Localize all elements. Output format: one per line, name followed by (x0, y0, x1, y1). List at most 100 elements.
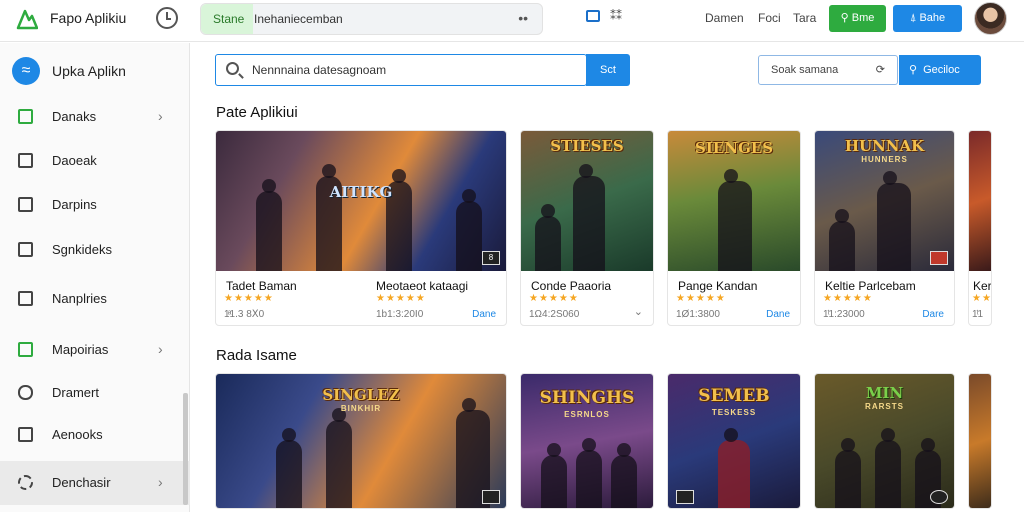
nav-link-1[interactable]: Damen (705, 11, 744, 25)
top-search-bar[interactable]: Stane Inehaniecemban •• (200, 3, 543, 35)
game-card[interactable]: SINGLEZ BINKHIR (215, 373, 507, 509)
filter-select-value: Soak samana (771, 64, 839, 76)
sidebar-item-2[interactable]: Daoeak (0, 139, 190, 183)
game-card-partial[interactable] (968, 373, 992, 509)
app-card-title-secondary: Meotaeot kataagi (376, 279, 469, 293)
rating-badge: 8 (482, 251, 500, 265)
grid-icon[interactable]: ⁑⁑ (610, 9, 622, 23)
share-icon[interactable] (586, 10, 600, 22)
rating-badge (482, 490, 500, 504)
sidebar-item-label: Danaks (52, 109, 97, 124)
plus-icon: ⚲ (840, 12, 852, 24)
more-icon[interactable]: •• (518, 4, 528, 32)
app-card-art: AITIKG 8 (216, 131, 506, 271)
star-rating: ★★★★★ (823, 293, 873, 304)
sidebar-item-8[interactable]: Aenooks (0, 413, 190, 457)
sidebar-item-label: Denchasir (52, 475, 111, 490)
game-card-art: MIN RARSTS (815, 374, 954, 508)
app-card-meta: 1b1:3:20I0 (376, 309, 424, 320)
game-card[interactable]: MIN RARSTS (814, 373, 955, 509)
art-subtitle: TESKESS (711, 408, 757, 417)
rating-badge (930, 251, 948, 265)
filter-select[interactable]: Soak samana ⟳ (758, 55, 898, 85)
character-silhouette (718, 169, 752, 271)
character-silhouette (576, 438, 602, 508)
main-search-field[interactable] (215, 54, 587, 86)
eye-icon[interactable] (930, 490, 948, 504)
sidebar-item-1[interactable]: Danaks › (0, 95, 190, 139)
character-silhouette (326, 408, 352, 508)
brand-icon[interactable]: ≈ (12, 57, 40, 85)
sidebar-item-7[interactable]: Dramert (0, 371, 190, 415)
character-silhouette (829, 209, 855, 271)
install-link[interactable]: Dare (922, 309, 944, 320)
art-title: MIN (865, 384, 904, 402)
sidebar-item-label: Dramert (52, 385, 99, 400)
character-silhouette (573, 164, 605, 271)
star-rating: ★★★★★ (676, 293, 726, 304)
app-card[interactable]: HUNNAK HUNNERS Keltie Parlcebam ★★★★★ 1ͭ… (814, 130, 955, 326)
sidebar-item-label: Daoeak (52, 153, 97, 168)
app-card-art: HUNNAK HUNNERS (815, 131, 954, 271)
install-link[interactable]: Dane (766, 309, 790, 320)
app-card-partial[interactable]: Ker ★★ 1ͭ1 (968, 130, 992, 326)
app-card[interactable]: SIENGES Pange Kandan ★★★★★ 1Ø1:3800 Dane (667, 130, 801, 326)
app-card-meta: 1Ø1:3800 (676, 309, 720, 320)
app-card-art: SIENGES (668, 131, 800, 271)
sidebar: ≈ Upka Aplikn Danaks › Daoeak Darpins Sg… (0, 43, 190, 512)
game-card[interactable]: SHINGHS ESRNLOS (520, 373, 654, 509)
avatar[interactable] (974, 2, 1007, 35)
bookmark-icon (18, 291, 33, 306)
app-card[interactable]: STIESES Conde Paaoria ★★★★★ 1Ω4:2S060 ⌄ (520, 130, 654, 326)
sidebar-item-label: Mapoirias (52, 342, 109, 357)
main-search-input[interactable] (252, 60, 572, 80)
art-title: STIESES (550, 137, 624, 155)
sidebar-item-3[interactable]: Darpins (0, 183, 190, 227)
art-title: SEMEB (698, 386, 770, 406)
art-title: AITIKG (329, 183, 393, 201)
sidebar-item-label: Aenooks (52, 427, 103, 442)
download-icon (18, 109, 33, 124)
install-link[interactable]: Dane (472, 309, 496, 320)
sidebar-item-label: Nanplries (52, 291, 107, 306)
nav-link-2[interactable]: Foci (758, 11, 781, 25)
phone-icon (18, 385, 33, 400)
character-silhouette (611, 443, 637, 508)
sidebar-item-5[interactable]: Nanplries (0, 277, 190, 321)
top-search-text[interactable]: Inehaniecemban (254, 4, 343, 34)
sidebar-scrollbar[interactable] (183, 393, 188, 505)
character-silhouette (718, 428, 750, 508)
sidebar-item-9[interactable]: Denchasir › (0, 461, 190, 505)
star-rating: ★★ (972, 293, 992, 304)
filter-button-label: Geciloc (923, 64, 960, 76)
sidebar-item-6[interactable]: Mapoirias › (0, 328, 190, 372)
app-card-meta: 1ͭ1:23000 (823, 309, 865, 320)
blue-action-button[interactable]: ⍋ Bahe (893, 5, 962, 32)
sidebar-brand[interactable]: Upka Aplikn (52, 63, 126, 79)
book-icon (18, 427, 33, 442)
main-search-button[interactable]: Sct (586, 54, 630, 86)
app-card-meta: 1ͣ1.3 8Ⅹ0 (224, 309, 265, 320)
filter-search-button[interactable]: ⚲ Geciloc (899, 55, 981, 85)
search-icon: ⚲ (909, 64, 918, 76)
clock-icon[interactable] (156, 7, 178, 29)
character-silhouette (256, 179, 282, 271)
app-card-title: Tadet Baman (226, 279, 297, 293)
chevron-down-icon[interactable]: ⌄ (634, 305, 643, 318)
section-title-games: Rada Isame (216, 347, 297, 364)
green-action-button[interactable]: ⚲ Bme (829, 5, 886, 32)
search-icon (226, 62, 239, 75)
sidebar-item-4[interactable]: Sgnkideks (0, 228, 190, 272)
nav-link-3[interactable]: Tara (793, 11, 816, 25)
app-card-art (969, 131, 991, 271)
section-title-apps: Pate Aplikiui (216, 104, 298, 121)
character-silhouette (535, 204, 561, 271)
app-card[interactable]: AITIKG 8 Tadet Baman ★★★★★ 1ͣ1.3 8Ⅹ0 Meo… (215, 130, 507, 326)
logo-icon[interactable] (16, 8, 38, 30)
game-card-art: SHINGHS ESRNLOS (521, 374, 653, 508)
sidebar-item-label: Sgnkideks (52, 242, 112, 257)
game-card[interactable]: SEMEB TESKESS (667, 373, 801, 509)
character-silhouette (877, 171, 911, 271)
search-scope-pill[interactable]: Stane (201, 4, 253, 34)
chevron-right-icon: › (158, 341, 163, 357)
